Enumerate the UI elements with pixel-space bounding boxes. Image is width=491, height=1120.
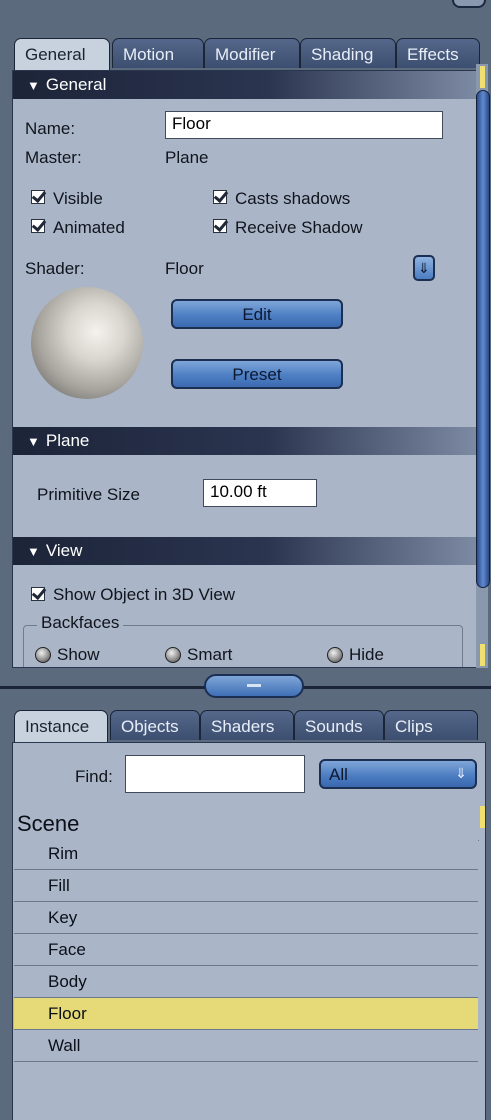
list-scrollbar-top-cap xyxy=(480,806,485,828)
edit-shader-button[interactable]: Edit xyxy=(171,299,343,329)
backface-show-radio[interactable] xyxy=(35,647,51,663)
master-label: Master: xyxy=(25,148,82,167)
backface-show-label: Show xyxy=(57,645,100,664)
double-chevron-down-icon: ⇓ xyxy=(418,260,430,276)
panel-splitter-handle[interactable] xyxy=(204,674,304,698)
library-tab-strip: Instance Objects Shaders Sounds Clips xyxy=(14,710,480,744)
primitive-size-label: Primitive Size xyxy=(37,485,140,504)
tab-modifier[interactable]: Modifier xyxy=(204,38,300,68)
list-item[interactable]: Face xyxy=(14,934,478,966)
shader-dropdown-button[interactable]: ⇓ xyxy=(413,255,435,281)
tab-effects[interactable]: Effects xyxy=(396,38,480,68)
find-input[interactable] xyxy=(125,755,305,793)
list-item[interactable]: Wall xyxy=(14,1030,478,1062)
list-item[interactable]: Fill xyxy=(14,870,478,902)
tab-objects[interactable]: Objects xyxy=(110,710,200,740)
tab-motion[interactable]: Motion xyxy=(112,38,204,68)
backface-smart-label: Smart xyxy=(187,645,233,664)
filter-dropdown[interactable]: All ⇓ xyxy=(319,759,477,789)
name-field[interactable]: Floor xyxy=(165,111,443,139)
casts-shadows-label: Casts shadows xyxy=(235,189,351,208)
grip-icon xyxy=(247,684,261,687)
backface-hide-label: Hide xyxy=(349,645,384,664)
receive-shadow-checkbox[interactable] xyxy=(213,219,227,233)
list-item[interactable]: Rim xyxy=(14,838,478,870)
collapse-triangle-icon: ▼ xyxy=(27,78,40,93)
properties-panel: ▼ General Name: Floor Master: Plane Visib… xyxy=(12,70,478,668)
filter-dropdown-value: All xyxy=(329,765,348,784)
tab-shading[interactable]: Shading xyxy=(300,38,396,68)
tab-instance[interactable]: Instance xyxy=(14,710,108,742)
backface-smart-radio[interactable] xyxy=(165,647,181,663)
tab-clips[interactable]: Clips xyxy=(384,710,478,740)
section-header-plane[interactable]: ▼ Plane xyxy=(13,427,477,455)
list-item-selected[interactable]: Floor xyxy=(14,998,478,1030)
backfaces-label: Backfaces xyxy=(37,613,124,633)
master-value: Plane xyxy=(165,148,209,167)
list-item[interactable]: Body xyxy=(14,966,478,998)
properties-scrollbar-thumb[interactable] xyxy=(476,90,490,588)
shader-value: Floor xyxy=(165,259,204,278)
section-header-view[interactable]: ▼ View xyxy=(13,537,477,565)
backface-hide-radio[interactable] xyxy=(327,647,343,663)
panel-edge-remnant xyxy=(452,0,486,8)
animated-label: Animated xyxy=(53,218,125,237)
properties-tab-strip: General Motion Modifier Shading Effects xyxy=(14,38,480,72)
preset-shader-button[interactable]: Preset xyxy=(171,359,343,389)
tab-shaders[interactable]: Shaders xyxy=(200,710,294,740)
scrollbar-top-cap xyxy=(480,66,485,88)
shader-preview-sphere xyxy=(31,287,143,399)
scrollbar-bottom-cap xyxy=(480,644,485,666)
casts-shadows-checkbox[interactable] xyxy=(213,190,227,204)
visible-label: Visible xyxy=(53,189,103,208)
shader-label: Shader: xyxy=(25,259,85,278)
list-item[interactable]: Key xyxy=(14,902,478,934)
tab-sounds[interactable]: Sounds xyxy=(294,710,384,740)
receive-shadow-label: Receive Shadow xyxy=(235,218,363,237)
show-object-checkbox[interactable] xyxy=(31,587,45,601)
name-label: Name: xyxy=(25,119,76,138)
double-chevron-down-icon: ⇓ xyxy=(455,765,467,781)
section-header-general[interactable]: ▼ General xyxy=(13,71,477,99)
collapse-triangle-icon: ▼ xyxy=(27,544,40,559)
visible-checkbox[interactable] xyxy=(31,190,45,204)
collapse-triangle-icon: ▼ xyxy=(27,434,40,449)
animated-checkbox[interactable] xyxy=(31,219,45,233)
scene-tree-header[interactable]: Scene xyxy=(15,807,479,841)
find-label: Find: xyxy=(75,767,113,786)
show-object-label: Show Object in 3D View xyxy=(53,585,236,604)
tab-general[interactable]: General xyxy=(14,38,110,70)
primitive-size-field[interactable]: 10.00 ft xyxy=(203,479,317,507)
